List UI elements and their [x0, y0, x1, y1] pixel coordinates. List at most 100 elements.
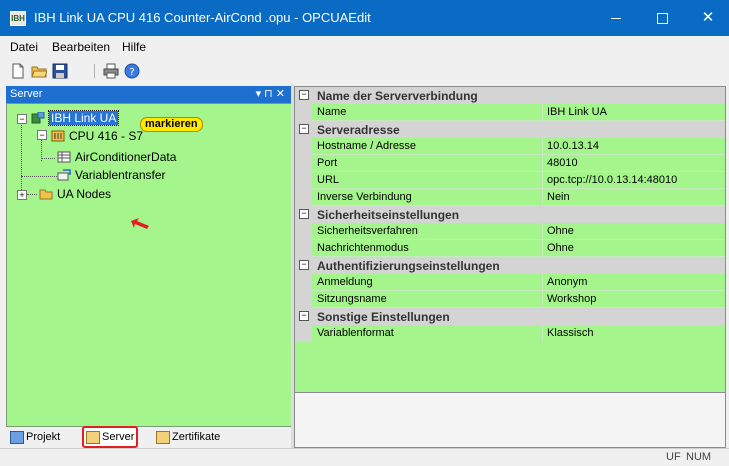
status-bar: UF NUM	[0, 448, 729, 466]
property-name: Hostname / Adresse	[317, 140, 417, 152]
property-row[interactable]: Variablenformat Klassisch	[295, 325, 725, 342]
tab-projekt-label: Projekt	[26, 431, 61, 443]
column-divider	[542, 274, 543, 291]
tree-node-ua-nodes[interactable]: UA Nodes	[57, 187, 111, 201]
title-bar: IBH IBH Link UA CPU 416 Counter-AirCond …	[0, 0, 729, 36]
row-gutter	[295, 155, 312, 172]
menu-datei[interactable]: Datei	[10, 40, 38, 54]
row-gutter	[295, 274, 312, 291]
property-value[interactable]: Workshop	[547, 293, 596, 305]
category-title: Sicherheitseinstellungen	[317, 208, 460, 222]
maximize-button[interactable]	[639, 0, 685, 36]
server-panel-header: Server ▾ ⊓ ✕	[6, 86, 291, 103]
certificate-icon	[156, 430, 170, 444]
tree-connector	[21, 118, 22, 198]
property-row[interactable]: Hostname / Adresse 10.0.13.14	[295, 138, 725, 155]
property-row[interactable]: Sitzungsname Workshop	[295, 291, 725, 308]
status-uf: UF	[666, 451, 681, 463]
property-value[interactable]: 48010	[547, 157, 578, 169]
property-name: Variablenformat	[317, 327, 394, 339]
property-value[interactable]: Ohne	[547, 225, 574, 237]
property-row[interactable]: Nachrichtenmodus Ohne	[295, 240, 725, 257]
category-serveradresse[interactable]: − Serveradresse	[295, 121, 725, 138]
property-name: Sitzungsname	[317, 293, 387, 305]
category-name[interactable]: − Name der Serververbindung	[295, 87, 725, 104]
property-value[interactable]: IBH Link UA	[547, 106, 607, 118]
property-value[interactable]: Anonym	[547, 276, 587, 288]
property-row[interactable]: Port 48010	[295, 155, 725, 172]
row-gutter	[295, 291, 312, 308]
property-row[interactable]: Inverse Verbindung Nein	[295, 189, 725, 206]
print-icon[interactable]	[103, 63, 119, 79]
collapse-category-icon[interactable]: −	[299, 260, 309, 270]
row-gutter	[295, 223, 312, 240]
category-sonstige[interactable]: − Sonstige Einstellungen	[295, 308, 725, 325]
property-value[interactable]: Klassisch	[547, 327, 593, 339]
data-table-icon	[57, 151, 71, 163]
property-row[interactable]: Name IBH Link UA	[295, 104, 725, 121]
callout-arrow-icon	[131, 218, 149, 229]
toolbar-separator	[94, 64, 95, 78]
tree-node-variablentransfer[interactable]: Variablentransfer	[75, 168, 166, 182]
app-icon: IBH	[10, 11, 26, 26]
row-gutter	[295, 104, 312, 121]
tree-node-airconditionerdata[interactable]: AirConditionerData	[75, 150, 176, 164]
property-name: Port	[317, 157, 338, 169]
collapse-category-icon[interactable]: −	[299, 124, 309, 134]
tree-connector	[27, 194, 37, 195]
property-grid: − Name der Serververbindung Name IBH Lin…	[294, 86, 726, 394]
server-tab-icon	[86, 430, 100, 444]
tree-node-cpu[interactable]: CPU 416 - S7	[69, 129, 143, 143]
tab-server-label: Server	[102, 431, 135, 443]
tree-node-ibh-link-ua[interactable]: IBH Link UA	[47, 110, 120, 126]
property-value[interactable]: 10.0.13.14	[547, 140, 599, 152]
panel-controls[interactable]: ▾ ⊓ ✕	[256, 87, 285, 100]
minimize-button[interactable]	[593, 0, 639, 36]
open-folder-icon[interactable]	[31, 63, 47, 79]
menu-hilfe[interactable]: Hilfe	[122, 40, 146, 54]
property-row[interactable]: Anmeldung Anonym	[295, 274, 725, 291]
save-icon[interactable]	[52, 63, 68, 79]
column-divider	[542, 189, 543, 206]
column-divider	[542, 155, 543, 172]
category-authentifizierung[interactable]: − Authentifizierungseinstellungen	[295, 257, 725, 274]
column-divider	[542, 291, 543, 308]
tab-server[interactable]: Server	[82, 426, 139, 448]
expand-ua-nodes-icon[interactable]: +	[17, 190, 27, 200]
column-divider	[542, 325, 543, 342]
collapse-category-icon[interactable]: −	[299, 311, 309, 321]
tab-zertifikate[interactable]: Zertifikate	[156, 428, 220, 446]
new-file-icon[interactable]	[10, 63, 26, 79]
property-row[interactable]: Sicherheitsverfahren Ohne	[295, 223, 725, 240]
property-row[interactable]: URL opc.tcp://10.0.13.14:48010	[295, 172, 725, 189]
close-icon: ✕	[701, 9, 715, 26]
category-title: Serveradresse	[317, 123, 400, 137]
property-name: URL	[317, 174, 340, 186]
description-pane	[294, 392, 726, 448]
column-divider	[542, 240, 543, 257]
property-value[interactable]: opc.tcp://10.0.13.14:48010	[547, 174, 677, 186]
category-title: Sonstige Einstellungen	[317, 310, 450, 324]
tree-connector	[21, 176, 57, 177]
tab-zertifikate-label: Zertifikate	[172, 431, 221, 443]
collapse-category-icon[interactable]: −	[299, 90, 309, 100]
property-name: Inverse Verbindung	[317, 191, 412, 203]
panel-tabs: Projekt Server Zertifikate	[6, 426, 291, 448]
server-tree: − IBH Link UA markieren − CPU 416 - S7 A…	[6, 103, 292, 427]
collapse-cpu-icon[interactable]: −	[37, 130, 47, 140]
menu-bearbeiten[interactable]: Bearbeiten	[52, 40, 110, 54]
tab-projekt[interactable]: Projekt	[10, 428, 60, 446]
collapse-root-icon[interactable]: −	[17, 114, 27, 124]
category-sicherheit[interactable]: − Sicherheitseinstellungen	[295, 206, 725, 223]
column-divider	[542, 172, 543, 189]
property-value[interactable]: Ohne	[547, 242, 574, 254]
column-divider	[542, 138, 543, 155]
property-value[interactable]: Nein	[547, 191, 570, 203]
maximize-icon	[656, 12, 668, 24]
tree-connector	[41, 158, 55, 159]
collapse-category-icon[interactable]: −	[299, 209, 309, 219]
help-icon[interactable]: ?	[124, 63, 140, 79]
close-button[interactable]: ✕	[685, 0, 729, 36]
property-name: Nachrichtenmodus	[317, 242, 409, 254]
status-num: NUM	[686, 451, 712, 463]
